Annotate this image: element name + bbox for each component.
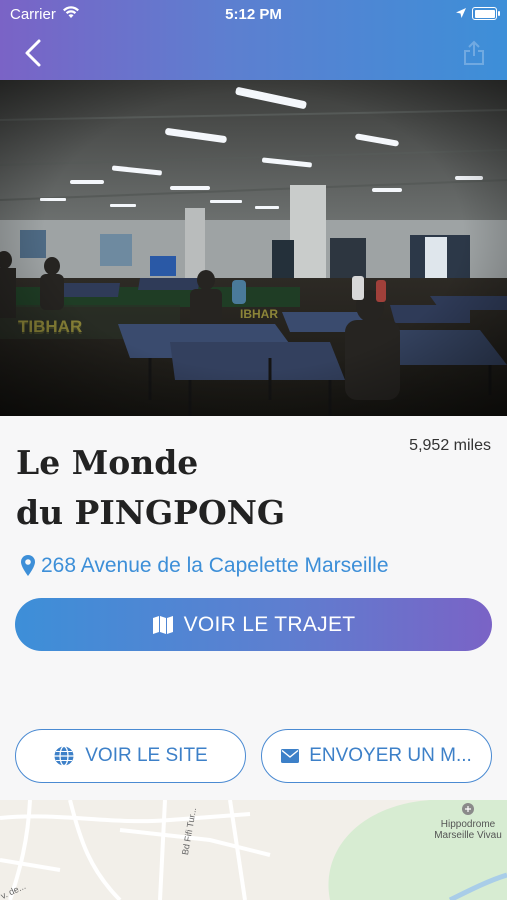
- venue-address[interactable]: 268 Avenue de la Capelette Marseille: [20, 550, 389, 582]
- map-poi-label: Hippodrome Marseille Vivau: [413, 819, 507, 841]
- route-button[interactable]: VOIR LE TRAJET: [15, 598, 492, 651]
- status-time: 5:12 PM: [225, 6, 282, 23]
- distance-label: 5,952 miles: [409, 437, 491, 454]
- website-button[interactable]: VOIR LE SITE: [15, 729, 246, 783]
- venue-title: Le Monde du PINGPONG: [16, 438, 356, 538]
- address-text: 268 Avenue de la Capelette Marseille: [41, 554, 389, 577]
- map-icon: [152, 615, 173, 634]
- venue-photo: TIBHAR TIBHAR IBHAR: [0, 80, 507, 416]
- venue-title-line2: du PINGPONG: [16, 493, 286, 532]
- envelope-icon: [281, 749, 300, 763]
- email-button[interactable]: ENVOYER UN M...: [261, 729, 492, 783]
- venue-title-line1: Le Monde: [16, 443, 199, 482]
- location-arrow-icon: [456, 8, 466, 18]
- globe-icon: [54, 745, 74, 767]
- email-button-label: ENVOYER UN M...: [309, 745, 472, 766]
- back-chevron-icon[interactable]: [20, 38, 48, 68]
- app-header: Carrier 5:12 PM: [0, 0, 507, 80]
- map-preview[interactable]: Hippodrome Marseille Vivau Bd Fifi Tur..…: [0, 800, 507, 900]
- status-bar: Carrier 5:12 PM: [0, 0, 507, 28]
- map-poi-line1: Hippodrome: [440, 819, 496, 830]
- share-icon[interactable]: [463, 40, 485, 66]
- website-button-label: VOIR LE SITE: [85, 745, 208, 766]
- map-pin-icon: [21, 555, 35, 576]
- venue-card: 5,952 miles Le Monde du PINGPONG 268 Ave…: [0, 416, 507, 800]
- battery-icon: [472, 7, 500, 20]
- map-poi-line2: Marseille Vivau: [434, 830, 502, 841]
- route-button-label: VOIR LE TRAJET: [183, 612, 356, 636]
